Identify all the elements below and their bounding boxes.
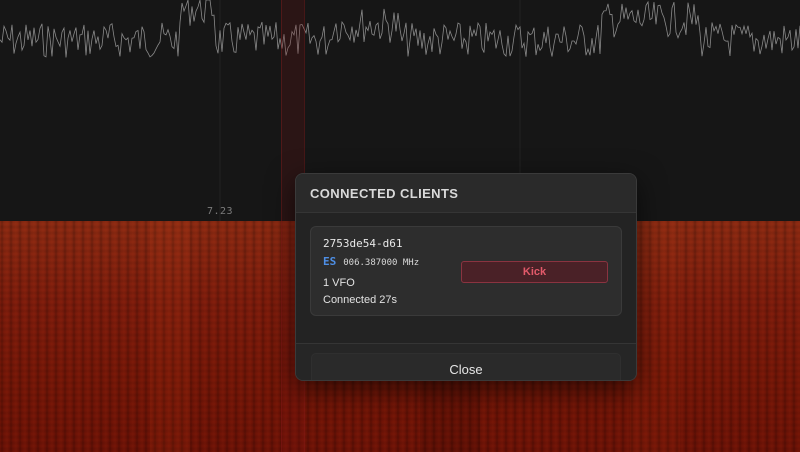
connected-clients-modal: CONNECTED CLIENTS 2753de54-d61 ES 006.38… [295, 173, 637, 381]
close-button[interactable]: Close [311, 353, 621, 380]
client-connected-time: Connected 27s [323, 294, 397, 306]
client-vfo-count: 1 VFO [323, 277, 355, 289]
kick-button[interactable]: Kick [461, 261, 608, 283]
client-mode: ES [323, 255, 337, 268]
frequency-tick-label: 7.23 [206, 206, 234, 217]
client-frequency: 006.387000 MHz [343, 258, 420, 268]
client-id: 2753de54-d61 [323, 237, 403, 250]
client-card: 2753de54-d61 ES 006.387000 MHz 1 VFO Con… [310, 226, 622, 316]
modal-footer: Close [296, 343, 636, 380]
modal-body: 2753de54-d61 ES 006.387000 MHz 1 VFO Con… [296, 213, 636, 343]
modal-title: CONNECTED CLIENTS [296, 174, 636, 213]
client-mode-row: ES 006.387000 MHz [323, 255, 419, 268]
